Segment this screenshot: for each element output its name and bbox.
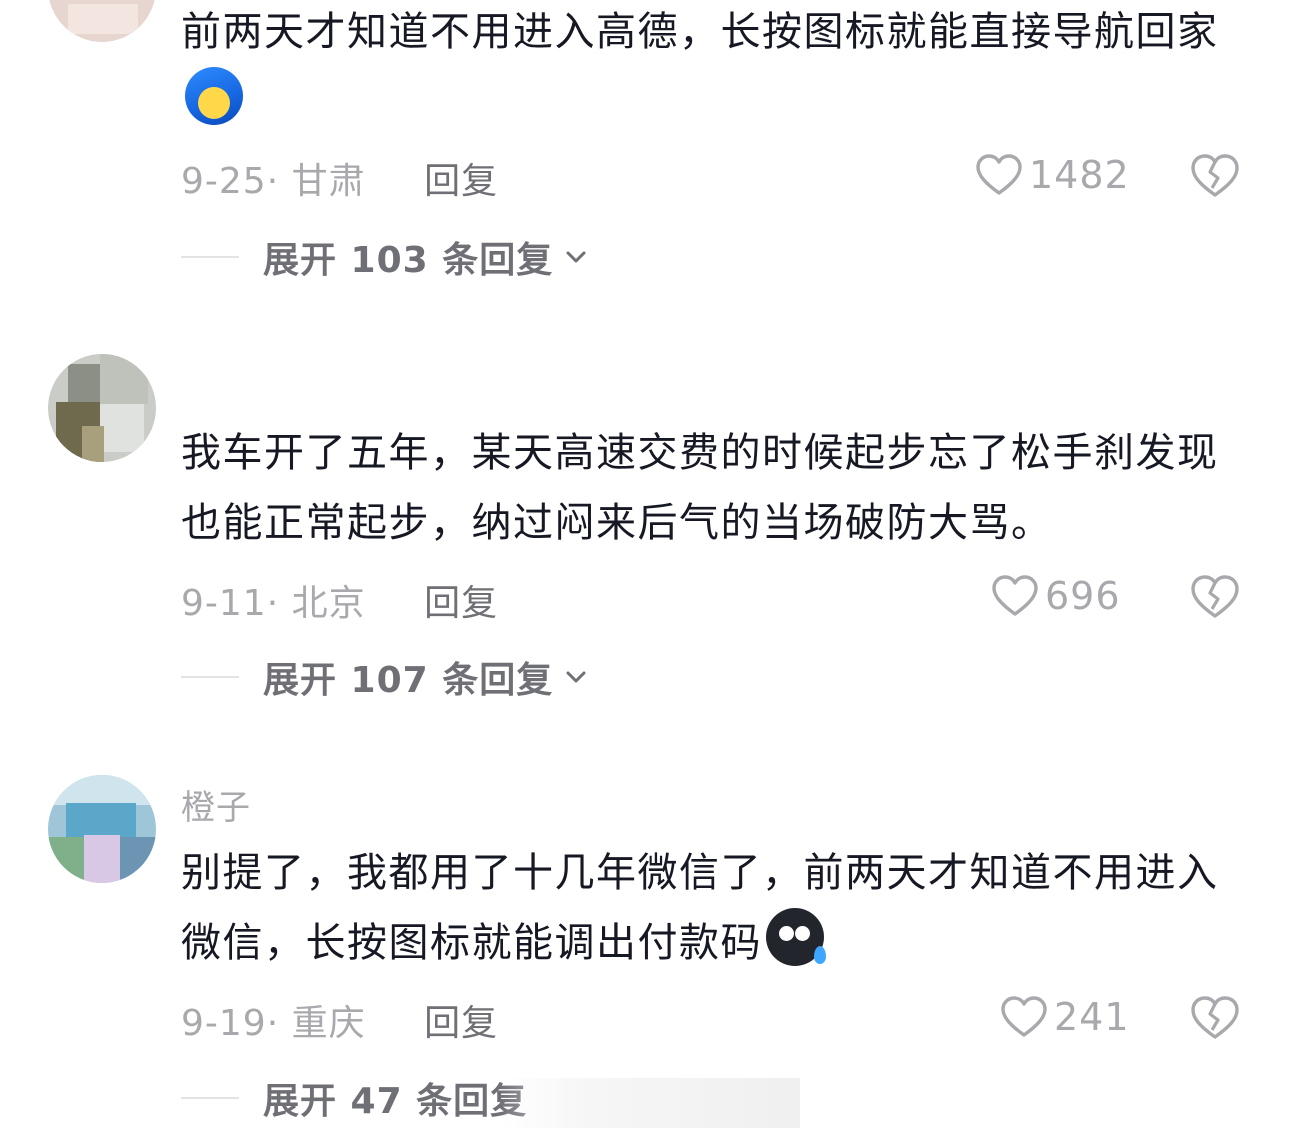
broken-heart-icon <box>1191 575 1239 618</box>
expand-replies-button[interactable]: 展开 47 条回复 <box>181 1073 527 1123</box>
comment-meta: 9-25· 甘肃 回复 <box>181 161 499 202</box>
like-count: 1482 <box>1029 153 1130 197</box>
comment-date: 9-25 <box>181 161 267 202</box>
comment-text: 前两天才知道不用进入高德，长按图标就能直接导航回家 <box>181 0 1251 137</box>
laughing-emoji-icon <box>185 67 243 125</box>
comment-location: 重庆 <box>291 1003 366 1044</box>
expand-replies-label: 展开 103 条回复 <box>263 240 554 281</box>
reply-button[interactable]: 回复 <box>424 161 498 202</box>
comment-date: 9-11 <box>181 583 267 624</box>
comment-username[interactable]: 橙子 <box>181 780 251 829</box>
like-button[interactable]: 241 <box>1000 992 1130 1042</box>
expand-replies-label: 展开 107 条回复 <box>263 660 554 701</box>
like-count: 696 <box>1045 574 1121 618</box>
avatar[interactable] <box>48 0 156 42</box>
expand-replies-label: 展开 47 条回复 <box>263 1081 528 1122</box>
comment-date: 9-19 <box>181 1003 267 1044</box>
comment-text: 别提了，我都用了十几年微信了，前两天才知道不用进入微信，长按图标就能调出付款码 <box>181 850 1219 966</box>
avatar[interactable] <box>48 775 156 883</box>
like-button[interactable]: 1482 <box>975 150 1130 200</box>
like-count: 241 <box>1054 995 1130 1039</box>
dislike-button[interactable] <box>1189 150 1241 200</box>
comment-location: 北京 <box>291 583 366 624</box>
heart-outline-icon <box>1001 996 1047 1037</box>
chevron-down-icon <box>566 251 586 263</box>
like-button[interactable]: 696 <box>991 571 1121 621</box>
broken-heart-icon <box>1191 154 1239 197</box>
reply-button[interactable]: 回复 <box>424 583 498 624</box>
divider-line <box>181 1097 239 1099</box>
dislike-button[interactable] <box>1189 992 1241 1042</box>
reply-button[interactable]: 回复 <box>424 1003 498 1044</box>
chevron-down-icon <box>566 671 586 683</box>
divider-line <box>181 676 239 678</box>
sweat-emoji-icon <box>766 908 826 966</box>
heart-outline-icon <box>992 575 1038 616</box>
avatar[interactable] <box>48 354 156 462</box>
comment-meta: 9-11· 北京 回复 <box>181 583 499 624</box>
comment-location: 甘肃 <box>291 161 366 202</box>
broken-heart-icon <box>1191 996 1239 1039</box>
expand-replies-button[interactable]: 展开 107 条回复 <box>181 652 589 702</box>
dislike-button[interactable] <box>1189 571 1241 621</box>
expand-replies-button[interactable]: 展开 103 条回复 <box>181 232 589 282</box>
comment-meta: 9-19· 重庆 回复 <box>181 1003 499 1044</box>
divider-line <box>181 256 239 258</box>
heart-outline-icon <box>976 154 1022 195</box>
comment-text: 我车开了五年，某天高速交费的时候起步忘了松手刹发现也能正常起步，纳过闷来后气的当… <box>181 430 1219 546</box>
watermark-overlay <box>500 1078 800 1128</box>
